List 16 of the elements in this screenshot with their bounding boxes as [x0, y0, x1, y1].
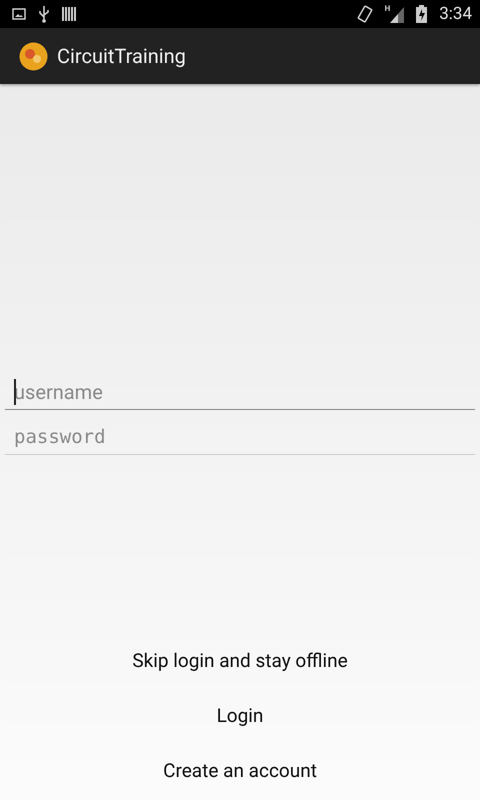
network-type: H: [384, 5, 390, 13]
usb-icon: [38, 5, 50, 23]
password-field[interactable]: password: [5, 419, 475, 455]
create-account-button[interactable]: Create an account: [0, 743, 480, 798]
login-button[interactable]: Login: [0, 688, 480, 743]
skip-login-button[interactable]: Skip login and stay offline: [0, 633, 480, 688]
battery-charging-icon: [416, 5, 428, 23]
image-icon: [12, 8, 26, 20]
text-cursor: [14, 379, 16, 405]
username-field[interactable]: username: [5, 374, 475, 410]
app-title: CircuitTraining: [57, 44, 186, 68]
signal-icon: [390, 5, 404, 23]
app-logo-icon: [19, 42, 48, 70]
rotate-icon: [356, 5, 373, 23]
clock-time: 3:34: [439, 4, 472, 24]
barcode-icon: [62, 6, 76, 22]
